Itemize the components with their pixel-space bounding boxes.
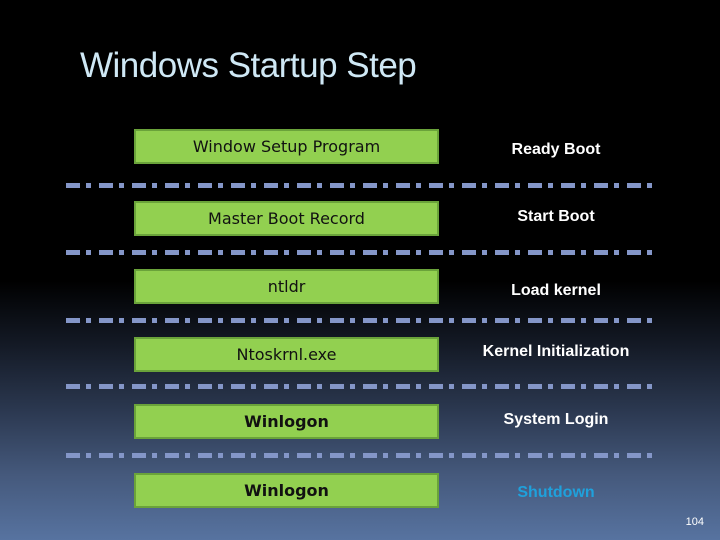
step-box-master-boot-record: Master Boot Record bbox=[134, 201, 439, 236]
phase-label-load-kernel: Load kernel bbox=[511, 282, 601, 299]
step-box-ntldr: ntldr bbox=[134, 269, 439, 304]
phase-label-kernel-initialization: Kernel Initialization bbox=[482, 343, 630, 360]
step-box-winlogon-shutdown: Winlogon bbox=[134, 473, 439, 508]
phase-label-ready-boot: Ready Boot bbox=[511, 141, 601, 158]
step-box-ntoskrnl: Ntoskrnl.exe bbox=[134, 337, 439, 372]
dash-dot-separator bbox=[66, 384, 656, 389]
dash-dot-separator bbox=[66, 453, 656, 458]
phase-label-system-login: System Login bbox=[503, 411, 609, 428]
dash-dot-separator bbox=[66, 250, 656, 255]
step-box-window-setup-program: Window Setup Program bbox=[134, 129, 439, 164]
phase-label-shutdown: Shutdown bbox=[517, 484, 595, 501]
page-number: 104 bbox=[685, 516, 704, 528]
dash-dot-separator bbox=[66, 318, 656, 323]
phase-label-start-boot: Start Boot bbox=[517, 208, 595, 225]
slide-title: Windows Startup Step bbox=[80, 46, 417, 85]
dash-dot-separator bbox=[66, 183, 656, 188]
step-box-winlogon-login: Winlogon bbox=[134, 404, 439, 439]
